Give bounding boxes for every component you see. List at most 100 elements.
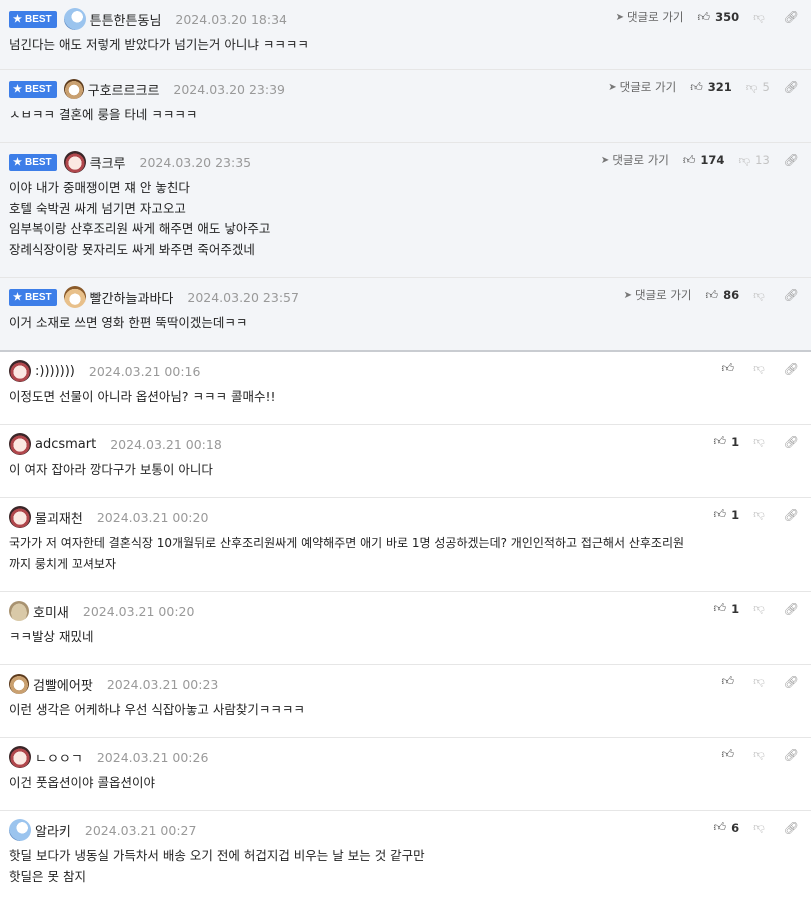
- avatar[interactable]: [63, 8, 86, 30]
- star-icon: ★: [13, 13, 22, 25]
- thumbs-down-icon: 👎︎: [753, 747, 765, 761]
- comment-body: 이정도면 선물이 아니라 옵션아님? ㅋㅋㅋ 콜매수!!: [9, 389, 276, 404]
- downvote-button[interactable]: 👎︎: [753, 507, 770, 522]
- downvote-button[interactable]: 👎︎ 5: [746, 80, 770, 95]
- thumbs-up-icon: 👍︎: [697, 9, 711, 24]
- upvote-button[interactable]: 👍︎: [722, 361, 740, 376]
- upvote-button[interactable]: 👍︎ 86: [706, 288, 740, 303]
- downvote-button[interactable]: 👎︎: [753, 288, 770, 303]
- thumbs-down-icon: 👎︎: [753, 674, 765, 688]
- comment-item: 검빨에어팟 2024.03.21 00:23 👍︎ 👎︎ 🔗︎ 이런 생각은 어…: [0, 665, 811, 738]
- avatar[interactable]: [63, 286, 86, 308]
- comment-item: 알라키 2024.03.21 00:27 👍︎ 6 👎︎ 🔗︎ 핫딜 보다가 냉동…: [0, 811, 811, 901]
- comment-item: 물괴재천 2024.03.21 00:20 👍︎ 1 👎︎ 🔗︎ 국가가 저 여자…: [0, 498, 811, 592]
- link-icon[interactable]: 🔗︎: [784, 748, 799, 762]
- comment-nickname[interactable]: 호미새: [33, 602, 69, 621]
- upvote-button[interactable]: 👍︎ 6: [714, 820, 740, 835]
- link-icon[interactable]: 🔗︎: [784, 508, 799, 522]
- comment-list: ★ BEST 튼튼한튼동님 2024.03.20 18:34 ➤ 댓글로 가기 👍︎…: [0, 0, 811, 901]
- thumbs-down-icon: 👎︎: [753, 820, 765, 834]
- thumbs-down-icon: 👎︎: [753, 507, 765, 521]
- comment-body: ㅅㅂㅋㅋ 결혼에 룽을 타네 ㅋㅋㅋㅋ: [9, 107, 198, 122]
- thumbs-up-icon: 👍︎: [690, 79, 703, 94]
- avatar[interactable]: [9, 433, 31, 455]
- goto-reply-link[interactable]: ➤ 댓글로 가기: [601, 152, 669, 168]
- comment-nickname[interactable]: 큭크루: [90, 153, 126, 172]
- upvote-count: 6: [731, 820, 740, 835]
- comment-nickname[interactable]: :))))))): [35, 364, 75, 379]
- downvote-button[interactable]: 👎︎: [753, 820, 770, 835]
- link-icon[interactable]: 🔗︎: [784, 362, 799, 376]
- thumbs-down-icon: 👎︎: [753, 287, 765, 302]
- arrow-icon: ➤: [623, 289, 632, 301]
- avatar[interactable]: [9, 601, 29, 621]
- comment-date: 2024.03.21 00:26: [96, 749, 209, 765]
- comment-nickname[interactable]: 튼튼한튼동님: [90, 10, 162, 29]
- comment-nickname[interactable]: 빨간하늘과바다: [90, 288, 174, 307]
- avatar[interactable]: [9, 674, 29, 694]
- link-icon[interactable]: 🔗︎: [784, 288, 799, 302]
- downvote-button[interactable]: 👎︎: [753, 674, 770, 689]
- link-icon[interactable]: 🔗︎: [784, 10, 799, 24]
- upvote-button[interactable]: 👍︎: [722, 674, 740, 689]
- upvote-count: 1: [731, 434, 740, 449]
- avatar[interactable]: [9, 746, 31, 768]
- comment-body: 핫딜 보다가 냉동실 가득차서 배송 오기 전에 허겁지겁 비우는 날 보는 것…: [9, 848, 425, 884]
- upvote-button[interactable]: 👍︎ 1: [714, 601, 740, 616]
- thumbs-up-icon: 👍︎: [682, 152, 696, 167]
- thumbs-up-icon: 👍︎: [713, 601, 727, 615]
- comment-nickname[interactable]: 구호르르크르: [88, 80, 160, 99]
- comment-item: ★ BEST 튼튼한튼동님 2024.03.20 18:34 ➤ 댓글로 가기 👍︎…: [0, 0, 811, 70]
- downvote-button[interactable]: 👎︎: [753, 10, 770, 25]
- upvote-count: 350: [715, 10, 740, 24]
- comment-nickname[interactable]: 물괴재천: [35, 508, 83, 527]
- downvote-button[interactable]: 👎︎: [753, 601, 770, 616]
- best-badge: ★ BEST: [9, 10, 57, 28]
- comment-body: 이런 생각은 어케하냐 우선 식잡아놓고 사람찾기ㅋㅋㅋㅋ: [9, 702, 305, 717]
- downvote-button[interactable]: 👎︎: [753, 747, 770, 762]
- link-icon[interactable]: 🔗︎: [784, 675, 799, 689]
- upvote-count: 174: [700, 153, 725, 167]
- comment-nickname[interactable]: adcsmart: [35, 437, 96, 452]
- goto-reply-link[interactable]: ➤ 댓글로 가기: [608, 79, 676, 95]
- upvote-button[interactable]: 👍︎ 321: [690, 80, 732, 95]
- avatar[interactable]: [9, 360, 31, 382]
- avatar[interactable]: [63, 151, 86, 173]
- link-icon[interactable]: 🔗︎: [784, 435, 799, 449]
- upvote-button[interactable]: 👍︎: [722, 747, 740, 762]
- link-icon[interactable]: 🔗︎: [784, 821, 799, 835]
- upvote-button[interactable]: 👍︎ 1: [714, 507, 740, 522]
- upvote-button[interactable]: 👍︎ 350: [698, 10, 740, 25]
- link-icon[interactable]: 🔗︎: [784, 80, 799, 94]
- downvote-button[interactable]: 👎︎: [753, 434, 770, 449]
- comment-nickname[interactable]: 알라키: [35, 821, 71, 840]
- goto-reply-link[interactable]: ➤ 댓글로 가기: [624, 287, 692, 303]
- upvote-button[interactable]: 👍︎ 174: [683, 153, 725, 168]
- comment-date: 2024.03.20 23:35: [139, 154, 252, 170]
- avatar[interactable]: [9, 819, 31, 841]
- downvote-button[interactable]: 👎︎ 13: [738, 153, 769, 168]
- thumbs-up-icon: 👍︎: [713, 434, 727, 448]
- comment-date: 2024.03.20 18:34: [175, 11, 287, 27]
- downvote-button[interactable]: 👎︎: [753, 361, 770, 376]
- comment-date: 2024.03.21 00:20: [96, 509, 209, 525]
- comment-item: ★ BEST 빨간하늘과바다 2024.03.20 23:57 ➤ 댓글로 가기 👍…: [0, 278, 811, 352]
- avatar[interactable]: [9, 506, 31, 528]
- link-icon[interactable]: 🔗︎: [784, 153, 799, 167]
- thumbs-down-icon: 👎︎: [753, 361, 765, 375]
- best-badge: ★ BEST: [9, 80, 57, 98]
- comment-item: 호미새 2024.03.21 00:20 👍︎ 1 👎︎ 🔗︎ ㅋㅋ발상 재밌네: [0, 592, 811, 665]
- goto-reply-link[interactable]: ➤ 댓글로 가기: [616, 9, 684, 25]
- link-icon[interactable]: 🔗︎: [784, 602, 799, 616]
- thumbs-up-icon: 👍︎: [713, 820, 727, 834]
- thumbs-down-icon: 👎︎: [745, 79, 758, 94]
- comment-date: 2024.03.21 00:16: [88, 363, 201, 379]
- avatar[interactable]: [63, 79, 84, 99]
- comment-nickname[interactable]: ㄴㅇㅇㄱ: [35, 748, 83, 767]
- comment-nickname[interactable]: 검빨에어팟: [33, 675, 93, 694]
- comment-date: 2024.03.21 00:23: [106, 676, 219, 692]
- comment-item: ★ BEST 큭크루 2024.03.20 23:35 ➤ 댓글로 가기 👍︎ 174…: [0, 143, 811, 278]
- best-badge: ★ BEST: [9, 288, 57, 306]
- upvote-button[interactable]: 👍︎ 1: [714, 434, 740, 449]
- downvote-count: 5: [762, 80, 770, 94]
